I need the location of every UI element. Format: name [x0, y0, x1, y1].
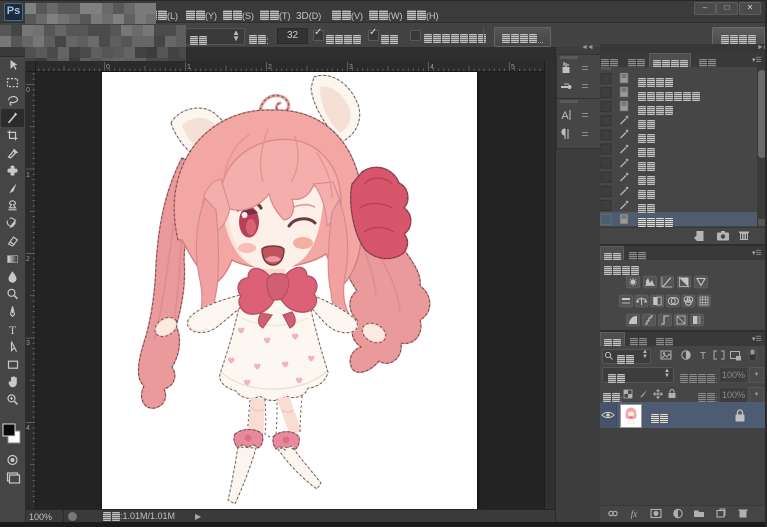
svg-text:0: 0 [106, 64, 110, 71]
svg-text:2: 2 [268, 64, 272, 71]
svg-text:2: 2 [26, 256, 30, 263]
svg-text:5: 5 [511, 64, 515, 71]
svg-text:T: T [9, 323, 17, 337]
svg-text:0: 0 [26, 87, 30, 94]
svg-text:4: 4 [26, 425, 30, 432]
svg-text:3: 3 [349, 64, 353, 71]
svg-text:T: T [700, 351, 706, 362]
svg-text:3: 3 [26, 340, 30, 347]
svg-text:fx: fx [631, 509, 638, 519]
svg-text:1: 1 [26, 172, 30, 179]
svg-text:A: A [561, 110, 569, 122]
svg-text:4: 4 [430, 64, 434, 71]
svg-text:1: 1 [187, 64, 191, 71]
